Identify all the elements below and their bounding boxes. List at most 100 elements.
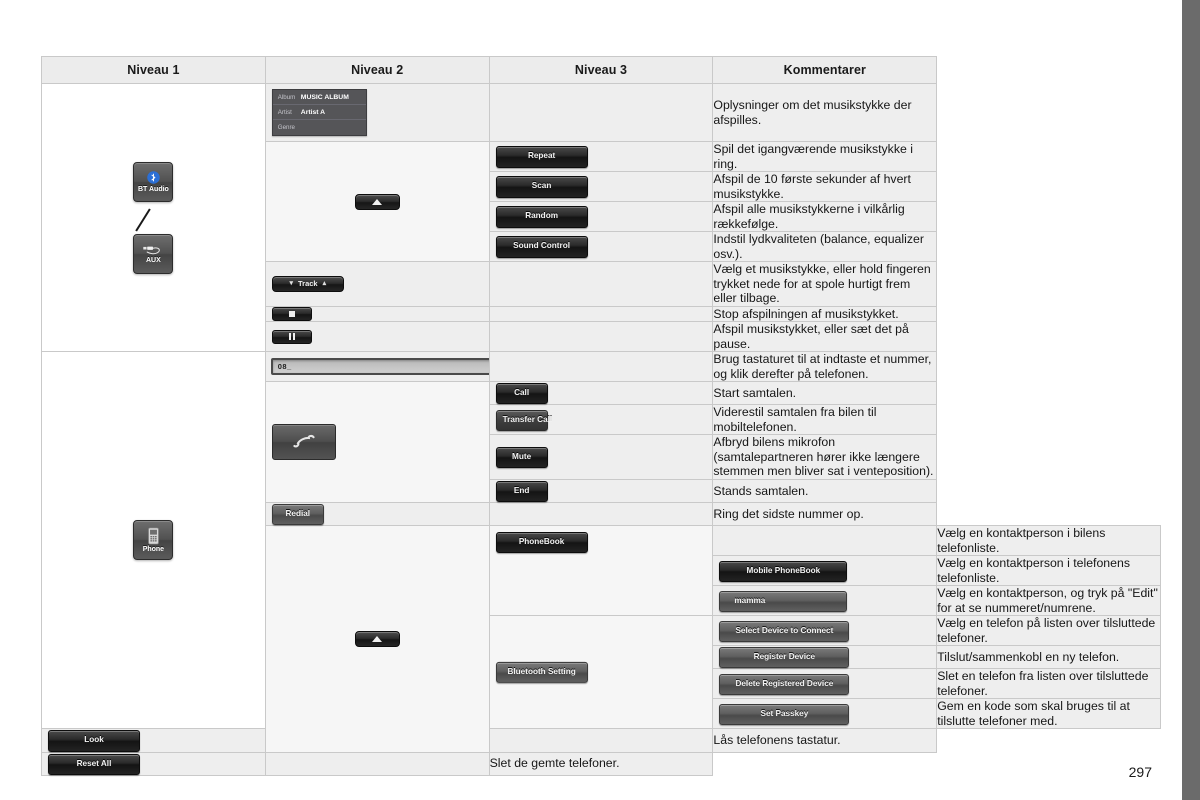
level3-cell-empty [488, 351, 714, 382]
sidebar-item-label: AUX [146, 257, 161, 264]
level2-cell-redial: Redial [264, 501, 490, 527]
sound-control-button[interactable]: Sound Control [495, 236, 588, 258]
level4-cell-contact-entry: mamma [712, 585, 938, 617]
delete-registered-device-button[interactable]: Delete Registered Device [719, 673, 850, 695]
comment-cell: Gem en kode som skal bruges til at tilsl… [936, 698, 1161, 730]
level3-cell-mute: Mute [488, 434, 714, 480]
table-body: BT Audio AUX Album MUSIC ALBUM Artist Ar… [41, 83, 1161, 776]
aux-cable-icon [143, 246, 161, 255]
level4-cell-set-passkey: Set Passkey [712, 698, 938, 730]
level2-cell-stop [264, 305, 490, 322]
level4-cell-empty [264, 751, 490, 776]
comment-cell: Afspil de 10 første sekunder af hvert mu… [712, 171, 938, 202]
level3-cell-end: End [488, 478, 714, 503]
select-device-to-connect-button[interactable]: Select Device to Connect [719, 620, 850, 642]
level3-cell-call: Call [488, 380, 714, 406]
comment-cell: Start samtalen. [712, 380, 938, 406]
track-selector-button[interactable]: ▾ Track ▴ [271, 275, 344, 292]
level2-cell-media-info: Album MUSIC ALBUM Artist Artist A Genre [264, 83, 490, 142]
level2-cell-phone-menu-up [264, 525, 490, 753]
up-arrow-icon [372, 635, 383, 642]
comment-cell: Ring det sidste nummer op. [712, 501, 938, 527]
level2-cell-pause [264, 321, 490, 352]
sidebar-item-phone[interactable]: Phone [133, 520, 174, 561]
comment-cell: Slet en telefon fra listen over tilslutt… [936, 668, 1161, 700]
menu-structure-table: Niveau 1 Niveau 2 Niveau 3 Kommentarer B… [41, 56, 1161, 776]
media-info-value: MUSIC ALBUM [300, 93, 349, 101]
media-info-row-genre: Genre [273, 120, 366, 135]
comment-cell: Slet de gemte telefoner. [488, 751, 714, 776]
sidebar-item-bt-audio[interactable]: BT Audio [133, 161, 174, 202]
media-info-value: Artist A [300, 108, 326, 116]
comment-cell: Vælg en kontaktperson, og tryk på "Edit"… [936, 585, 1161, 617]
stop-button[interactable] [271, 306, 312, 321]
handset-call-button[interactable] [271, 423, 336, 460]
bluetooth-setting-button[interactable]: Bluetooth Setting [495, 662, 588, 684]
audio-menu-up-button[interactable] [354, 193, 400, 210]
phonebook-button[interactable]: PhoneBook [495, 532, 588, 554]
transfer-call-button[interactable]: Transfer Call [495, 409, 552, 431]
level4-cell-empty [488, 728, 714, 753]
end-call-button[interactable]: End [495, 480, 548, 502]
comment-cell: Lås telefonens tastatur. [712, 728, 938, 753]
comment-cell: Indstil lydkvaliteten (balance, equalize… [712, 231, 938, 262]
comment-cell: Vælg en kontaktperson i bilens telefonli… [936, 525, 1161, 557]
table-row: Phone 08_ Brug tastaturet til at indtast… [41, 350, 1161, 730]
level3-cell-sound-control: Sound Control [488, 231, 714, 262]
phone-number-value: 08_ [277, 362, 292, 371]
level2-cell-call-button [264, 381, 490, 503]
redial-button[interactable]: Redial [271, 503, 324, 526]
media-info-key: Genre [277, 124, 295, 131]
level3-cell-empty [488, 261, 714, 307]
sidebar-item-aux[interactable]: AUX [133, 233, 174, 274]
page-edge-band [1182, 0, 1200, 800]
level4-cell-select-device: Select Device to Connect [712, 615, 938, 647]
play-pause-button[interactable] [271, 329, 312, 344]
comment-cell: Oplysninger om det musikstykke der afspi… [712, 83, 938, 142]
register-device-button[interactable]: Register Device [719, 647, 850, 669]
level2-cell-number-input: 08_ [264, 351, 517, 382]
media-info-key: Artist [277, 108, 292, 116]
level3-cell-empty [488, 305, 714, 322]
repeat-button[interactable]: Repeat [495, 146, 588, 168]
comment-cell: Viderestil samtalen fra bilen til mobilt… [712, 404, 938, 436]
comment-cell: Brug tastaturet til at indtaste et numme… [712, 351, 938, 382]
stop-icon [288, 310, 295, 317]
level3-group-phonebook: PhoneBook [488, 525, 714, 617]
sidebar-item-label: Phone [142, 546, 165, 554]
handset-icon [293, 434, 315, 448]
mute-button[interactable]: Mute [495, 446, 548, 469]
table-row: Reset All Slet de gemte telefoner. [41, 751, 1161, 776]
level4-cell-empty [712, 525, 938, 557]
level2-cell-audio-menu-up [264, 141, 490, 262]
phone-number-input[interactable]: 08_ [270, 358, 517, 375]
media-info-row-album: Album MUSIC ALBUM [272, 90, 366, 105]
set-passkey-button[interactable]: Set Passkey [719, 703, 850, 725]
lock-button[interactable]: Look [48, 730, 140, 752]
column-header-comments: Kommentarer [712, 56, 938, 84]
level3-cell-random: Random [488, 201, 714, 232]
mobile-phonebook-button[interactable]: Mobile PhoneBook [719, 560, 848, 582]
level3-group-bluetooth-setting: Bluetooth Setting [488, 615, 714, 730]
bluetooth-icon [147, 171, 160, 184]
level3-cell-empty [488, 501, 714, 527]
pause-icon [288, 333, 295, 340]
comment-cell: Stands samtalen. [712, 478, 938, 503]
column-header-level2: Niveau 2 [264, 56, 490, 84]
phone-menu-up-button[interactable] [354, 630, 400, 647]
level3-cell-empty [488, 321, 714, 352]
random-button[interactable]: Random [495, 206, 588, 228]
media-info-row-artist: Artist Artist A [272, 105, 366, 120]
contact-entry-button[interactable]: mamma [719, 590, 848, 612]
reset-all-button[interactable]: Reset All [48, 753, 140, 775]
scan-button[interactable]: Scan [495, 176, 588, 198]
call-button[interactable]: Call [495, 383, 548, 405]
level1-cell-bt-audio: BT Audio AUX [41, 83, 266, 352]
comment-cell: Spil det igangværende musikstykke i ring… [712, 141, 938, 172]
media-info-key: Album [277, 93, 296, 101]
comment-cell: Tilslut/sammenkobl en ny telefon. [936, 645, 1161, 670]
comment-cell: Vælg en telefon på listen over tilslutte… [936, 615, 1161, 647]
level3-cell-reset-all: Reset All [41, 751, 266, 776]
level4-cell-delete-registered-device: Delete Registered Device [712, 668, 938, 700]
track-label: Track [297, 279, 318, 289]
